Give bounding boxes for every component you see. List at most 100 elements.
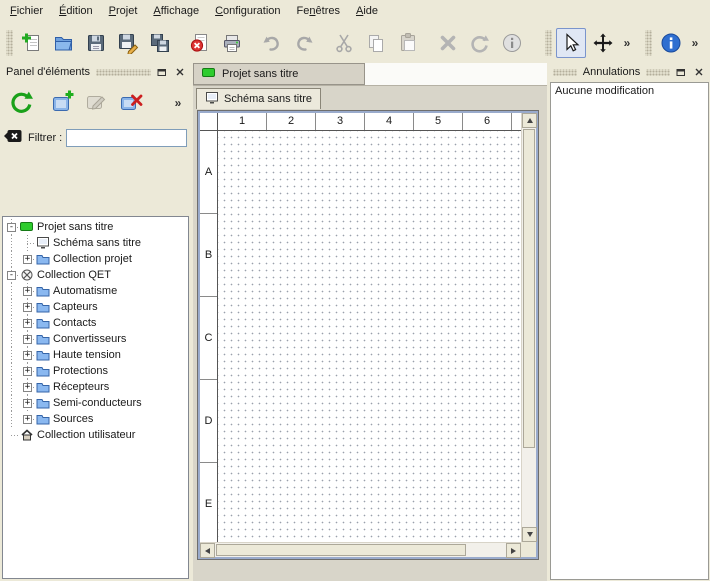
copy-button[interactable] (361, 28, 391, 58)
float-panel-button[interactable] (155, 65, 169, 79)
tree-item-label: Protections (52, 365, 108, 377)
float-undo-panel-button[interactable] (674, 65, 688, 79)
expand-icon[interactable]: + (23, 287, 32, 296)
dock-grip[interactable] (553, 69, 577, 76)
delete-element-button[interactable] (114, 86, 148, 120)
ruler-row-D: D (200, 380, 217, 463)
tree-item-contacts[interactable]: +Contacts (3, 315, 188, 331)
expand-icon[interactable]: + (23, 303, 32, 312)
horizontal-scroll-thumb[interactable] (216, 544, 466, 556)
elements-panel-titlebar[interactable]: Panel d'éléments (0, 63, 191, 81)
horizontal-scrollbar[interactable] (200, 542, 521, 557)
schema-tab[interactable]: Schéma sans titre (196, 88, 321, 109)
tree-guide-line (11, 299, 12, 315)
tree-item-collection-qet[interactable]: -Collection QET (3, 267, 188, 283)
collapse-icon[interactable]: - (7, 223, 16, 232)
paste-button[interactable] (393, 28, 423, 58)
arrow-down-icon (527, 532, 533, 537)
vertical-scrollbar[interactable] (521, 113, 536, 542)
tree-item-projet-sans-titre[interactable]: -Projet sans titre (3, 219, 188, 235)
close-undo-panel-button[interactable] (692, 65, 706, 79)
expand-icon[interactable]: + (23, 255, 32, 264)
tree-item-automatisme[interactable]: +Automatisme (3, 283, 188, 299)
scroll-up-button[interactable] (522, 113, 537, 128)
tree-item-haute-tension[interactable]: +Haute tension (3, 347, 188, 363)
tree-item-semi-conducteurs[interactable]: +Semi-conducteurs (3, 395, 188, 411)
scroll-down-button[interactable] (522, 527, 537, 542)
tree-guide-line (11, 315, 12, 331)
schema-icon (205, 92, 219, 107)
collapse-icon[interactable]: - (7, 271, 16, 280)
menu-configuration[interactable]: Configuration (207, 1, 288, 21)
undo-history-list[interactable]: Aucune modification (550, 82, 709, 580)
cut-button[interactable] (329, 28, 359, 58)
dock-grip[interactable] (96, 69, 151, 76)
vertical-scroll-track[interactable] (522, 128, 536, 527)
tree-item-collection-utilisateur[interactable]: Collection utilisateur (3, 427, 188, 443)
tree-item-convertisseurs[interactable]: +Convertisseurs (3, 331, 188, 347)
schema-canvas[interactable] (218, 131, 521, 542)
folder-icon (36, 285, 52, 297)
pan-mode-button[interactable] (588, 28, 618, 58)
horizontal-scroll-track[interactable] (215, 543, 506, 557)
expand-icon[interactable]: + (23, 367, 32, 376)
delete-element-icon (119, 90, 143, 117)
scroll-right-button[interactable] (506, 543, 521, 558)
reload-collections-button[interactable] (4, 86, 38, 120)
edit-element-button[interactable] (80, 86, 114, 120)
toolbar-grip[interactable] (6, 30, 13, 56)
expand-icon[interactable]: + (23, 399, 32, 408)
new-element-button[interactable] (46, 86, 80, 120)
project-icon (202, 67, 216, 82)
undo-button[interactable] (257, 28, 287, 58)
menu-aide[interactable]: Aide (348, 1, 386, 21)
rotate-button[interactable] (465, 28, 495, 58)
toolbar-overflow-mode[interactable]: » (619, 36, 635, 50)
tree-item-recepteurs[interactable]: +Récepteurs (3, 379, 188, 395)
toolbar-grip[interactable] (645, 30, 652, 56)
expand-icon[interactable]: + (23, 415, 32, 424)
close-document-button[interactable] (185, 28, 215, 58)
tree-item-collection-projet[interactable]: +Collection projet (3, 251, 188, 267)
select-mode-button[interactable] (556, 28, 586, 58)
panel-toolbar-overflow[interactable]: » (169, 96, 187, 110)
menu-projet[interactable]: Projet (101, 1, 146, 21)
row-ruler: ABCDE (200, 131, 218, 542)
dock-grip[interactable] (646, 69, 670, 76)
save-as-button[interactable] (113, 28, 143, 58)
tree-item-schema-sans-titre[interactable]: Schéma sans titre (3, 235, 188, 251)
tree-item-sources[interactable]: +Sources (3, 411, 188, 427)
vertical-scroll-thumb[interactable] (523, 129, 535, 448)
paste-icon (397, 32, 419, 54)
save-all-button[interactable] (145, 28, 175, 58)
expand-icon[interactable]: + (23, 319, 32, 328)
redo-button[interactable] (289, 28, 319, 58)
project-tab[interactable]: Projet sans titre (193, 63, 365, 85)
tree-item-capteurs[interactable]: +Capteurs (3, 299, 188, 315)
menu-fichier[interactable]: Fichier (2, 1, 51, 21)
print-button[interactable] (217, 28, 247, 58)
reload-collections-icon (8, 89, 34, 118)
diagram-info-button[interactable] (497, 28, 527, 58)
toolbar-grip[interactable] (545, 30, 552, 56)
close-panel-button[interactable] (173, 65, 187, 79)
open-document-button[interactable] (49, 28, 79, 58)
expand-icon[interactable]: + (23, 383, 32, 392)
elements-tree[interactable]: -Projet sans titreSchéma sans titre+Coll… (2, 216, 189, 579)
tree-item-protections[interactable]: + Protections (3, 363, 188, 379)
filter-input[interactable] (66, 129, 187, 147)
elements-panel-toolbar: » (0, 81, 191, 125)
menu-edition[interactable]: Édition (51, 1, 101, 21)
scroll-left-button[interactable] (200, 543, 215, 558)
undo-panel-titlebar[interactable]: Annulations (549, 63, 710, 81)
save-button[interactable] (81, 28, 111, 58)
about-qet-button[interactable] (656, 28, 686, 58)
delete-button[interactable] (433, 28, 463, 58)
toolbar-overflow-help[interactable]: » (687, 36, 703, 50)
clear-filter-button[interactable] (4, 128, 24, 147)
menu-affichage[interactable]: Affichage (145, 1, 207, 21)
menu-fenetres[interactable]: Fenêtres (289, 1, 348, 21)
expand-icon[interactable]: + (23, 335, 32, 344)
new-document-button[interactable] (17, 28, 47, 58)
expand-icon[interactable]: + (23, 351, 32, 360)
